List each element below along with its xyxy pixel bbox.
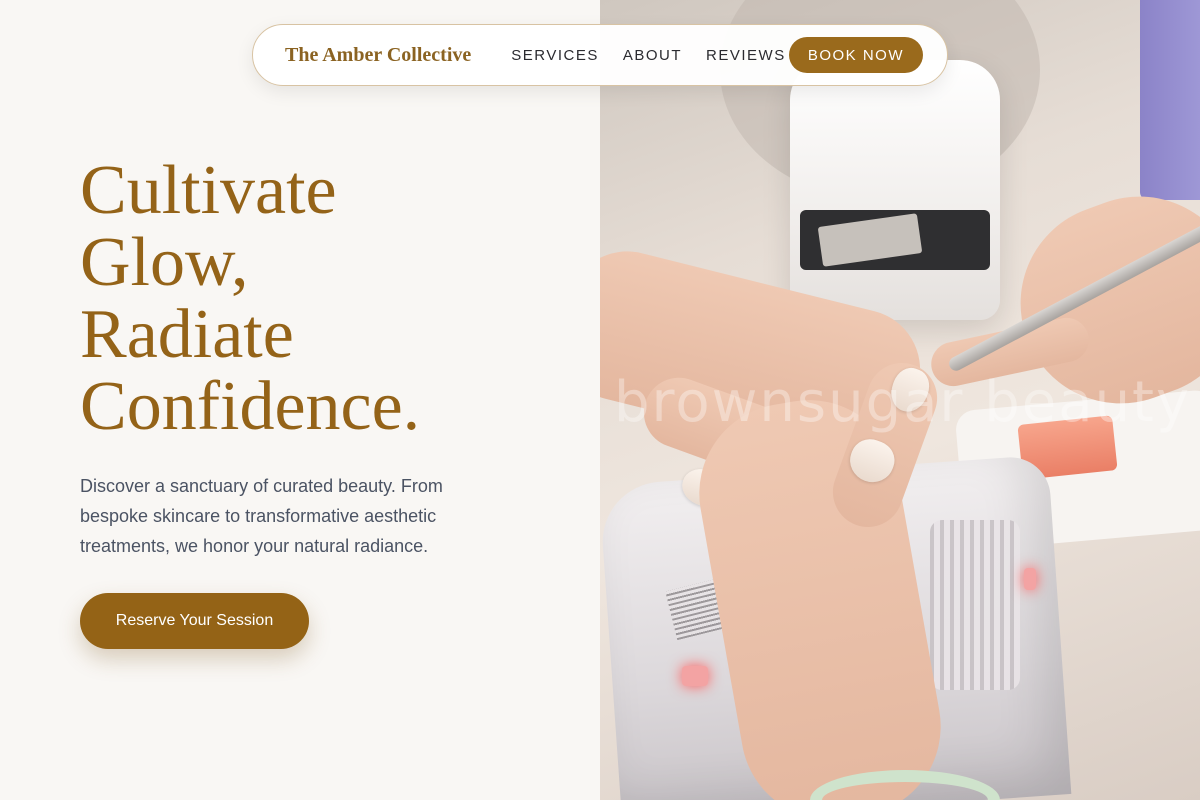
hero-section: Cultivate Glow, Radiate Confidence. Disc…	[80, 155, 540, 649]
hero-image: brownsugar beauty	[600, 0, 1200, 800]
headline-line: Confidence.	[80, 368, 421, 445]
nav-links: SERVICES ABOUT REVIEWS	[511, 47, 785, 64]
reserve-session-button[interactable]: Reserve Your Session	[80, 593, 309, 649]
brand-logo[interactable]: The Amber Collective	[285, 44, 471, 67]
headline-line: Radiate	[80, 296, 294, 373]
hero-subtitle: Discover a sanctuary of curated beauty. …	[80, 476, 443, 556]
lamp-vents-shape	[930, 520, 1020, 690]
headline-line: Cultivate	[80, 152, 337, 229]
jar-shape	[790, 60, 1000, 320]
hero-headline: Cultivate Glow, Radiate Confidence.	[80, 155, 540, 443]
led-light	[1024, 568, 1036, 590]
nav-link-about[interactable]: ABOUT	[623, 47, 682, 64]
headline-line: Glow,	[80, 224, 249, 301]
image-watermark: brownsugar beauty	[614, 370, 1192, 435]
bottle-shape	[1140, 0, 1200, 200]
led-light	[682, 666, 708, 686]
nav-link-services[interactable]: SERVICES	[511, 47, 599, 64]
book-now-button[interactable]: BOOK NOW	[788, 37, 923, 73]
nav-link-reviews[interactable]: REVIEWS	[706, 47, 786, 64]
top-navigation: The Amber Collective SERVICES ABOUT REVI…	[252, 24, 948, 86]
